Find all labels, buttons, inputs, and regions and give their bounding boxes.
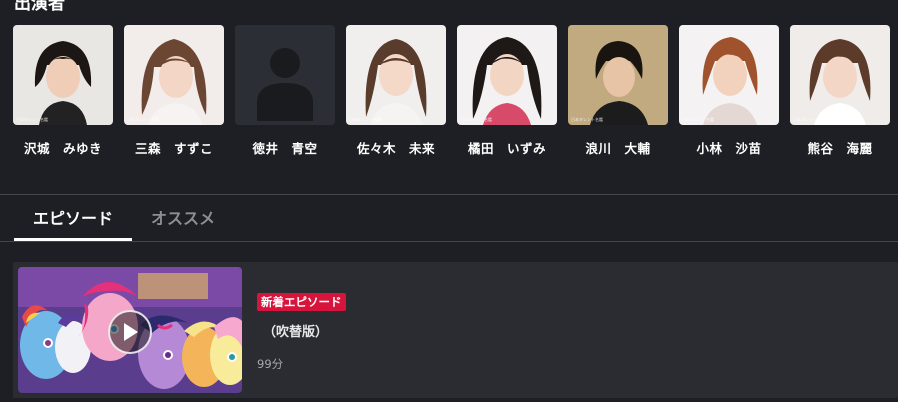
episode-duration: 99分 (257, 357, 284, 371)
page: 出演者 日本タレント名鑑 沢城 みゆき 日本タレント名鑑 三森 すずこ 徳井 青… (0, 0, 898, 402)
play-icon (124, 323, 138, 341)
cast-name: 徳井 青空 (252, 141, 318, 156)
play-button[interactable] (108, 310, 152, 354)
cast-photo: 日本タレント名鑑 (13, 25, 113, 125)
new-episode-badge: 新着エピソード (257, 293, 346, 311)
cast-card[interactable]: 日本タレント名鑑 小林 沙苗 (679, 25, 779, 157)
photo-credit: 日本タレント名鑑 (127, 117, 159, 122)
photo-credit: 日本タレント名鑑 (793, 117, 825, 122)
episode-title: （吹替版） (263, 325, 329, 340)
cast-list: 日本タレント名鑑 沢城 みゆき 日本タレント名鑑 三森 すずこ 徳井 青空 日本… (13, 25, 890, 157)
cast-card[interactable]: 日本タレント名鑑 三森 すずこ (124, 25, 224, 157)
cast-card[interactable]: 日本タレント名鑑 熊谷 海麗 (790, 25, 890, 157)
cast-name: 三森 すずこ (134, 141, 213, 156)
photo-credit: 日本タレント名鑑 (16, 117, 48, 122)
cast-heading: 出演者 (14, 0, 65, 14)
divider (0, 241, 898, 242)
photo-credit: 日本タレント名鑑 (349, 117, 381, 122)
cast-card[interactable]: 日本タレント名鑑 浪川 大輔 (568, 25, 668, 157)
cast-photo: 日本タレント名鑑 (568, 25, 668, 125)
photo-credit: 日本タレント名鑑 (460, 117, 492, 122)
cast-card[interactable]: 徳井 青空 (235, 25, 335, 157)
cast-photo: 日本タレント名鑑 (790, 25, 890, 125)
photo-credit: 日本タレント名鑑 (682, 117, 714, 122)
cast-name: 沢城 みゆき (23, 141, 102, 156)
cast-card[interactable]: 日本タレント名鑑 佐々木 未来 (346, 25, 446, 157)
cast-card[interactable]: 日本タレント名鑑 沢城 みゆき (13, 25, 113, 157)
cast-name: 佐々木 未来 (356, 141, 435, 156)
cast-name: 熊谷 海麗 (807, 141, 873, 156)
cast-photo-placeholder (235, 25, 335, 125)
cast-name: 浪川 大輔 (585, 141, 651, 156)
cast-photo: 日本タレント名鑑 (124, 25, 224, 125)
cast-photo: 日本タレント名鑑 (679, 25, 779, 125)
cast-card[interactable]: 日本タレント名鑑 橘田 いずみ (457, 25, 557, 157)
episode-thumbnail[interactable] (18, 267, 242, 393)
cast-name: 小林 沙苗 (696, 141, 762, 156)
tab-episodes[interactable]: エピソード (14, 195, 133, 241)
cast-photo: 日本タレント名鑑 (346, 25, 446, 125)
cast-name: 橘田 いずみ (467, 141, 546, 156)
episode-row[interactable]: 新着エピソード （吹替版） 99分 (13, 262, 898, 398)
tab-recommended[interactable]: オススメ (132, 195, 234, 241)
person-placeholder-icon (235, 25, 335, 125)
cast-photo: 日本タレント名鑑 (457, 25, 557, 125)
photo-credit: 日本タレント名鑑 (571, 117, 603, 122)
tab-bar: エピソード オススメ (14, 195, 234, 241)
